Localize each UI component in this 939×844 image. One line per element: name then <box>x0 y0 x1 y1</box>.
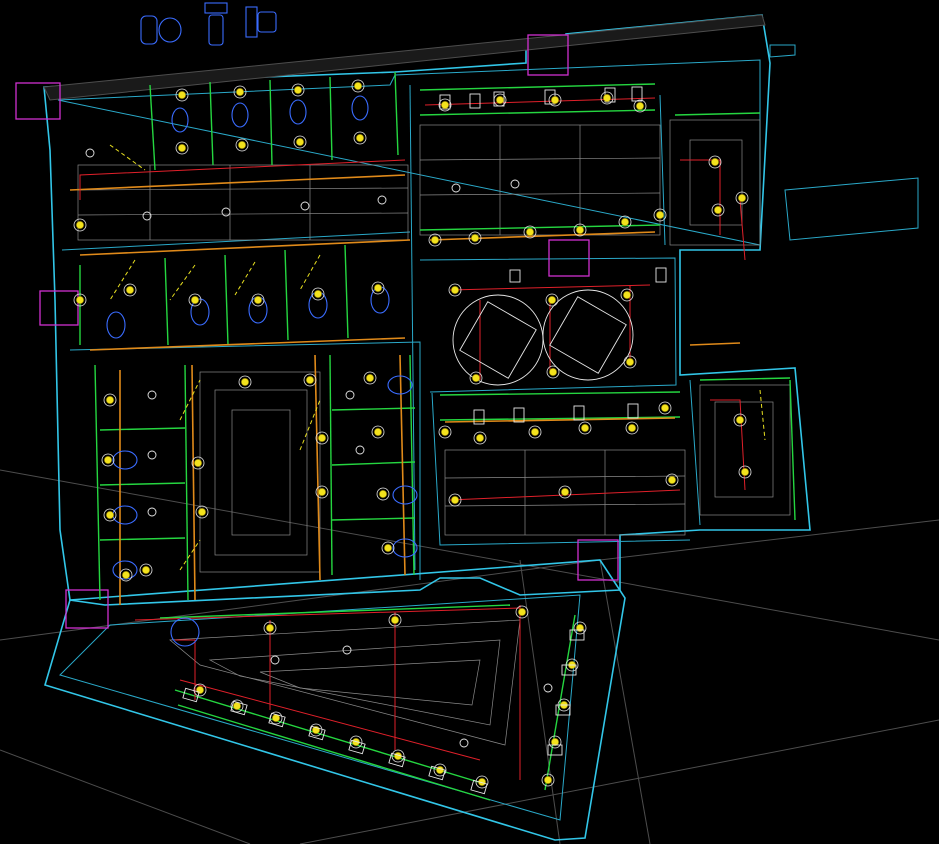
light-fixture-icon <box>106 396 114 404</box>
toilet-block-icon <box>140 2 277 46</box>
light-fixture-icon <box>374 284 382 292</box>
light-fixture-icon <box>314 290 322 298</box>
light-fixture-icon <box>636 102 644 110</box>
light-fixture-icon <box>441 101 449 109</box>
light-fixture-icon <box>391 616 399 624</box>
light-fixture-icon <box>576 226 584 234</box>
light-fixture-icon <box>126 286 134 294</box>
light-fixture-icon <box>551 96 559 104</box>
light-fixture-icon <box>198 508 206 516</box>
light-fixture-icon <box>296 138 304 146</box>
construction-lines <box>0 469 939 844</box>
light-fixture-icon <box>236 88 244 96</box>
light-fixture-icon <box>551 738 559 746</box>
light-fixture-icon <box>661 404 669 412</box>
light-fixture-icon <box>233 702 241 710</box>
light-fixture-icon <box>318 488 326 496</box>
light-fixture-icon <box>549 368 557 376</box>
light-fixture-icon <box>318 434 326 442</box>
light-fixture-icon <box>106 511 114 519</box>
light-fixture-icon <box>441 428 449 436</box>
light-fixture-icon <box>623 291 631 299</box>
light-fixture-icon <box>451 496 459 504</box>
light-fixture-icon <box>73 79 752 789</box>
light-fixture-icon <box>241 378 249 386</box>
light-fixture-icon <box>668 476 676 484</box>
light-fixture-icon <box>254 296 262 304</box>
light-fixture-icon <box>356 134 364 142</box>
cad-floor-plan[interactable] <box>0 0 939 844</box>
light-fixture-icon <box>472 374 480 382</box>
light-fixture-icon <box>76 296 84 304</box>
light-fixture-icon <box>496 96 504 104</box>
column-hatch-icon <box>15 34 619 629</box>
light-fixture-icon <box>518 608 526 616</box>
light-fixture-icon <box>581 424 589 432</box>
light-fixture-icon <box>711 158 719 166</box>
light-fixture-icon <box>621 218 629 226</box>
light-fixture-icon <box>266 624 274 632</box>
light-fixture-icon <box>306 376 314 384</box>
light-fixture-icon <box>194 459 202 467</box>
light-fixture-icon <box>548 296 556 304</box>
light-fixture-icon <box>76 221 84 229</box>
light-fixture-icon <box>178 144 186 152</box>
light-fixture-icon <box>544 776 552 784</box>
light-fixture-icon <box>294 86 302 94</box>
light-fixture-icon <box>656 211 664 219</box>
light-fixture-icon <box>576 624 584 632</box>
light-fixture-icon <box>238 141 246 149</box>
light-fixture-icon <box>384 544 392 552</box>
light-fixture-icon <box>354 82 362 90</box>
light-fixture-icon <box>738 194 746 202</box>
building-envelope <box>43 14 811 606</box>
light-fixture-icon <box>736 416 744 424</box>
light-fixture-icon <box>451 286 459 294</box>
light-fixture-icon <box>626 358 634 366</box>
light-fixture-icon <box>122 571 130 579</box>
light-fixture-icon <box>379 490 387 498</box>
light-fixture-icon <box>104 456 112 464</box>
light-fixture-icon <box>741 468 749 476</box>
light-fixture-icon <box>191 296 199 304</box>
light-fixture-icon <box>431 236 439 244</box>
light-fixture-icon <box>714 206 722 214</box>
light-fixture-icon <box>178 91 186 99</box>
light-fixture-icon <box>142 566 150 574</box>
light-fixture-icon <box>628 424 636 432</box>
light-fixture-icon <box>374 428 382 436</box>
right-annex <box>769 44 919 241</box>
light-fixture-icon <box>366 374 374 382</box>
light-fixture-icon <box>476 434 484 442</box>
light-fixture-icon <box>471 234 479 242</box>
light-fixture-icon <box>561 488 569 496</box>
circuit-lines <box>79 97 746 780</box>
light-fixture-icon <box>603 94 611 102</box>
light-fixture-icon <box>526 228 534 236</box>
pipe-runs <box>69 174 741 605</box>
light-fixture-icon <box>531 428 539 436</box>
light-fixture-icon <box>196 686 204 694</box>
